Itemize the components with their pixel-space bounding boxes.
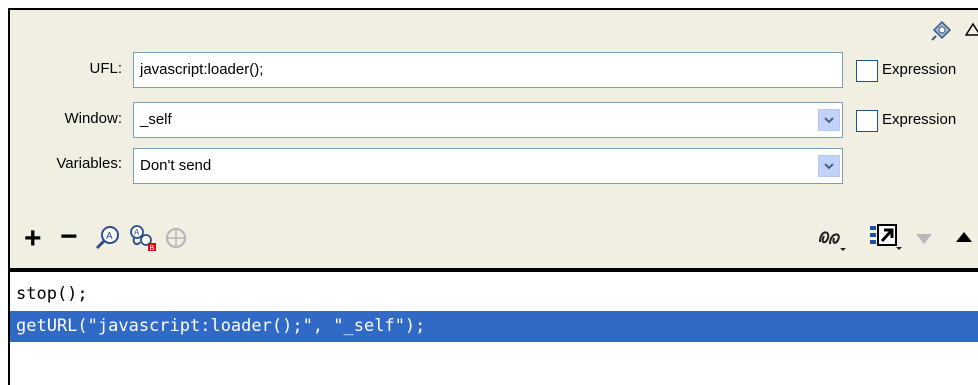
pin-script-icon[interactable] — [928, 18, 954, 44]
url-expression-checkbox[interactable] — [856, 60, 878, 82]
variables-label: Variables: — [56, 155, 122, 172]
window-combobox[interactable]: _self — [133, 102, 843, 138]
window-expression-checkbox[interactable] — [856, 110, 878, 132]
variables-select[interactable]: Don't send — [133, 148, 843, 184]
insert-target-path-icon[interactable] — [164, 226, 188, 250]
window-value: _self — [140, 111, 172, 128]
replace-icon[interactable]: A B — [128, 224, 158, 252]
chevron-down-icon — [824, 163, 834, 170]
code-line-selected[interactable]: getURL("javascript:loader();", "_self"); — [10, 311, 978, 342]
code-line[interactable]: stop(); — [10, 279, 978, 310]
window-expression-label: Expression — [882, 111, 957, 128]
parameters-area: UFL: javascript:loader(); Expression Win… — [10, 10, 978, 270]
delete-statement-button[interactable]: − — [60, 222, 78, 252]
url-expression-label: Expression — [882, 61, 957, 78]
move-down-arrow-icon[interactable] — [914, 232, 934, 246]
url-input[interactable]: javascript:loader(); — [133, 52, 843, 88]
add-statement-button[interactable]: + — [24, 224, 42, 254]
chevron-down-icon — [824, 117, 834, 124]
svg-text:A: A — [106, 231, 113, 242]
url-label: UFL: — [89, 60, 122, 77]
find-icon[interactable]: A — [94, 224, 122, 252]
variables-dropdown-button[interactable] — [818, 155, 840, 177]
window-dropdown-button[interactable] — [818, 109, 840, 131]
debug-options-icon[interactable] — [816, 224, 850, 252]
view-options-icon[interactable] — [868, 222, 904, 252]
svg-text:B: B — [150, 245, 155, 252]
variables-value: Don't send — [140, 157, 212, 174]
svg-text:A: A — [134, 228, 140, 237]
script-pane[interactable]: stop(); getURL("javascript:loader();", "… — [10, 272, 978, 385]
window-label: Window: — [64, 110, 122, 127]
collapse-triangle-icon[interactable] — [965, 22, 978, 36]
actions-panel: UFL: javascript:loader(); Expression Win… — [8, 8, 978, 385]
move-up-arrow-icon[interactable] — [954, 230, 974, 244]
